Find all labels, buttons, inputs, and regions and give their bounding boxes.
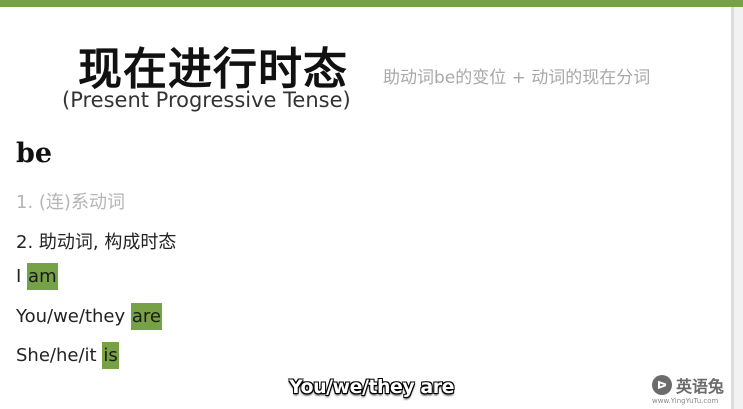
slide-title-english: (Present Progressive Tense)	[62, 88, 351, 112]
watermark-name: 英语兔	[676, 377, 725, 396]
example-row-i: I am	[16, 263, 58, 290]
example-verb-highlight: am	[27, 263, 58, 290]
tense-formula: 助动词be的变位 + 动词的现在分词	[383, 68, 651, 88]
example-verb-highlight: are	[130, 303, 162, 330]
brand-watermark: ᐅ 英语兔 www.YingYuTu.com	[652, 373, 732, 407]
example-subject: She/he/it	[16, 345, 97, 366]
example-row-she-he-it: She/he/it is	[16, 342, 119, 369]
video-caption: You/we/they are	[289, 376, 454, 398]
definition-item-2: 2. 助动词, 构成时态	[16, 232, 177, 253]
right-edge-strip	[731, 7, 743, 409]
watermark-url: www.YingYuTu.com	[652, 397, 719, 405]
example-row-you-we-they: You/we/they are	[16, 303, 162, 330]
definition-item-1: 1. (连)系动词	[16, 192, 125, 213]
top-accent-bar	[0, 0, 743, 7]
example-verb-highlight: is	[102, 342, 119, 369]
example-subject: You/we/they	[16, 306, 126, 327]
example-subject: I	[16, 266, 22, 287]
rabbit-logo-icon: ᐅ	[652, 375, 672, 395]
section-heading: be	[16, 138, 53, 169]
